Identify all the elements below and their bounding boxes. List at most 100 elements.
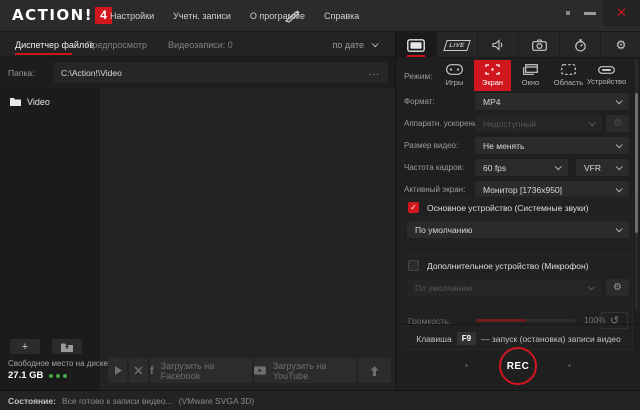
mode-area-button[interactable]: Область xyxy=(550,60,587,91)
tab-settings[interactable]: ⚙ xyxy=(601,32,640,58)
secondary-volume-reset-button[interactable]: ↺ xyxy=(601,312,628,329)
mode-window-label: Окно xyxy=(522,78,539,87)
primary-audio-device-dropdown[interactable]: По умолчанию xyxy=(407,221,629,238)
framerate-label: Частота кадров: xyxy=(404,159,464,176)
rec-side-dot-left xyxy=(465,364,468,367)
window-icon xyxy=(523,64,538,75)
chevron-down-icon xyxy=(588,283,595,290)
chevron-down-icon xyxy=(616,225,623,232)
format-value: MP4 xyxy=(475,97,616,107)
minimize-button[interactable] xyxy=(577,3,603,23)
upload-facebook-button[interactable]: f Загрузить на Facebook xyxy=(150,358,252,383)
tab-screenshots[interactable] xyxy=(519,32,560,58)
tab-preview[interactable]: Предпросмотр xyxy=(86,32,147,57)
window-controls: ✕ xyxy=(559,0,640,26)
hw-accel-settings-button[interactable]: ⚙ xyxy=(606,115,629,132)
settings-scrollbar-thumb[interactable] xyxy=(635,93,638,233)
secondary-audio-checkbox[interactable] xyxy=(408,260,419,271)
tab-audio-recording[interactable] xyxy=(478,32,519,58)
active-tab-underline xyxy=(15,53,72,55)
delete-button[interactable] xyxy=(129,358,148,383)
sort-by-dropdown[interactable]: по дате xyxy=(333,32,377,57)
close-x-icon xyxy=(134,366,143,375)
mode-device-label: Устройство xyxy=(587,77,626,86)
close-button[interactable]: ✕ xyxy=(603,0,640,26)
main-menu: Настройки Учетн. записи О программе Спра… xyxy=(108,0,361,32)
display-icon xyxy=(407,39,425,52)
folder-label: Папка: xyxy=(8,57,34,88)
hotkey-info: Клавиша F9 — запуск (остановка) записи в… xyxy=(396,332,640,345)
folder-path-field[interactable]: C:\Action!\Video ... xyxy=(54,62,388,83)
framerate-dropdown[interactable]: 60 fps xyxy=(475,159,568,176)
framerate-mode-value: VFR xyxy=(576,163,616,173)
video-size-label: Размер видео: xyxy=(404,137,458,154)
menu-accounts[interactable]: Учетн. записи xyxy=(171,8,233,24)
youtube-icon xyxy=(254,366,266,375)
tab-screen-recording[interactable] xyxy=(396,32,437,58)
titlebar: ACTION! 4 Настройки Учетн. записи О прог… xyxy=(0,0,640,32)
device-icon xyxy=(598,66,615,74)
framerate-row: Частота кадров: 60 fps VFR xyxy=(396,159,640,179)
folder-import-icon xyxy=(61,342,73,352)
mode-area-label: Область xyxy=(554,78,583,87)
folder-path-value: C:\Action!\Video xyxy=(54,68,369,78)
secondary-audio-device-dropdown[interactable]: По умолчанию xyxy=(407,279,601,296)
video-size-dropdown[interactable]: Не менять xyxy=(475,137,629,154)
chevron-down-icon xyxy=(616,185,623,192)
format-dropdown[interactable]: MP4 xyxy=(475,93,629,110)
pen-tool-icon[interactable] xyxy=(284,8,302,24)
records-count: Видеозаписи: 0 xyxy=(168,32,233,57)
rec-side-dot-right xyxy=(568,364,571,367)
divider xyxy=(396,324,640,325)
framerate-value: 60 fps xyxy=(475,163,555,173)
upload-youtube-button[interactable]: Загрузить на YouTube xyxy=(254,358,356,383)
free-space-info: Свободное место на диске 27.1 GB xyxy=(8,359,108,381)
mode-label: Режим: xyxy=(404,71,433,81)
mode-games-button[interactable]: Игры xyxy=(436,60,473,91)
hw-accel-label: Аппаратн. ускорение: xyxy=(404,115,484,132)
status-label: Состояние: xyxy=(8,396,56,406)
gear-icon: ⚙ xyxy=(616,38,627,52)
video-size-row: Размер видео: Не менять xyxy=(396,137,640,157)
mode-window-button[interactable]: Окно xyxy=(512,60,549,91)
play-icon xyxy=(114,366,122,375)
tab-benchmark[interactable] xyxy=(560,32,601,58)
hotkey-prefix: Клавиша xyxy=(416,334,451,344)
primary-audio-label: Основное устройство (Системные звуки) xyxy=(427,203,588,213)
rec-button[interactable]: REC xyxy=(499,347,537,385)
primary-audio-checkbox[interactable]: ✓ xyxy=(408,202,419,213)
secondary-volume-slider[interactable] xyxy=(476,319,576,322)
secondary-audio-settings-button[interactable]: ⚙ xyxy=(606,279,629,296)
tray-minimize-button[interactable] xyxy=(559,3,577,23)
add-folder-button[interactable]: + xyxy=(10,339,40,354)
browse-folder-button[interactable]: ... xyxy=(369,67,388,78)
format-row: Формат: MP4 xyxy=(396,93,640,113)
mode-screen-label: Экран xyxy=(482,78,503,87)
chevron-down-icon xyxy=(616,97,623,104)
mode-selector-row: Режим: Игры Экран Окно Область xyxy=(396,59,640,92)
framerate-mode-dropdown[interactable]: VFR xyxy=(576,159,629,176)
chevron-down-icon xyxy=(616,141,623,148)
action-app-window: ACTION! 4 Настройки Учетн. записи О прог… xyxy=(0,0,640,410)
primary-audio-device-value: По умолчанию xyxy=(407,225,616,235)
hw-accel-value: Недоступный xyxy=(475,119,589,129)
free-space-label: Свободное место на диске xyxy=(8,359,108,368)
mode-buttons: Игры Экран Окно Область Устройство xyxy=(436,60,625,91)
stopwatch-icon xyxy=(574,39,587,52)
chevron-down-icon xyxy=(589,119,596,126)
hw-accel-dropdown[interactable]: Недоступный xyxy=(475,115,602,132)
tab-live-streaming[interactable]: LIVE xyxy=(437,32,478,58)
tree-item-video[interactable]: Video xyxy=(0,93,100,110)
import-folder-button[interactable] xyxy=(52,339,82,354)
play-button[interactable] xyxy=(108,358,127,383)
menu-help[interactable]: Справка xyxy=(322,8,361,24)
active-screen-value: Монитор [1736x950] xyxy=(475,185,616,195)
status-renderer: (VMware SVGA 3D) xyxy=(179,396,255,406)
chevron-down-icon xyxy=(616,163,623,170)
mode-screen-button[interactable]: Экран xyxy=(474,60,511,91)
live-icon: LIVE xyxy=(443,40,471,51)
upload-button[interactable] xyxy=(358,358,391,383)
add-button-label: + xyxy=(22,342,28,352)
mode-device-button[interactable]: Устройство xyxy=(588,60,625,91)
menu-settings[interactable]: Настройки xyxy=(108,8,156,24)
